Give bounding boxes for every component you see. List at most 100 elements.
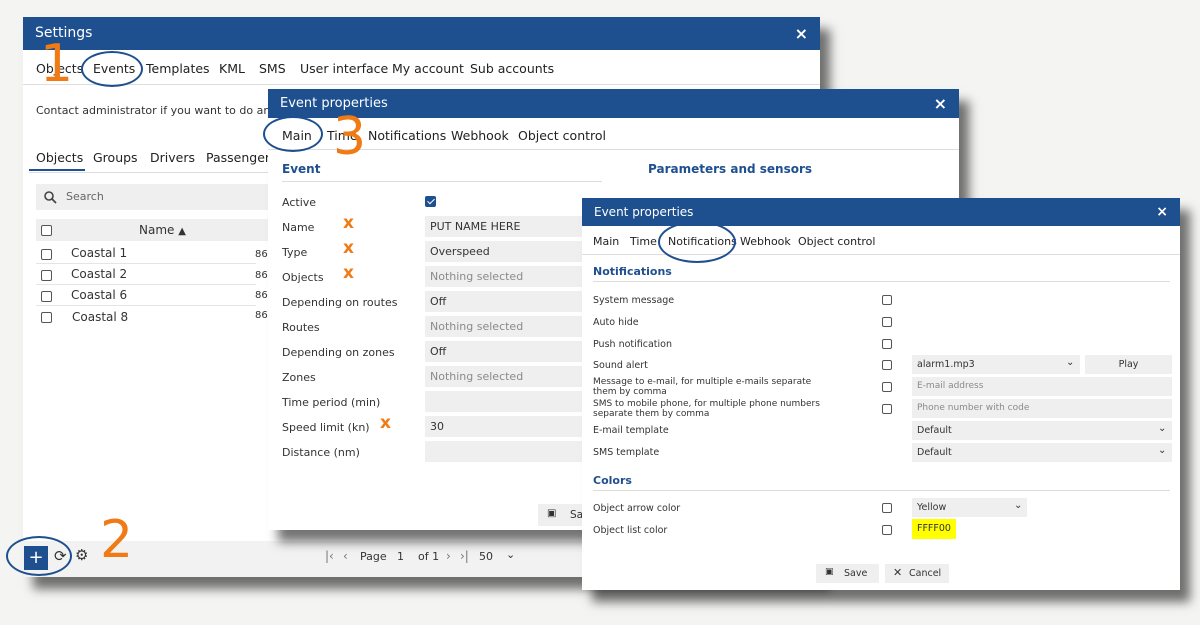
close-icon[interactable]: ×: [934, 89, 947, 118]
highlight-add-button: [6, 536, 72, 576]
email-checkbox[interactable]: [882, 382, 892, 392]
row-checkbox[interactable]: [41, 249, 52, 260]
label-sms-message: SMS to mobile phone, for multiple phone …: [593, 399, 820, 419]
objects-select[interactable]: Nothing selected: [425, 266, 585, 287]
event-titlebar: Event properties ×: [268, 89, 959, 118]
arrow-color-select[interactable]: Yellow: [912, 498, 1027, 517]
play-button[interactable]: Play: [1085, 355, 1172, 374]
object-imei: 86: [255, 310, 268, 321]
annotation-x-icon: x: [343, 238, 354, 258]
type-select[interactable]: Overspeed: [425, 241, 585, 262]
depending-routes-select[interactable]: Off: [425, 291, 585, 312]
search-icon: [44, 191, 57, 204]
highlight-notifications-tab: [658, 221, 736, 263]
list-color-input[interactable]: FFFF00: [912, 519, 956, 539]
email-template-select[interactable]: Default: [912, 421, 1172, 440]
cancel-label: Cancel: [909, 568, 942, 579]
label-distance: Distance (nm): [282, 446, 360, 459]
active-checkbox[interactable]: [425, 196, 436, 207]
tab-user-interface[interactable]: User interface: [300, 61, 388, 76]
system-message-checkbox[interactable]: [882, 295, 892, 305]
annotation-x-icon: x: [343, 213, 354, 233]
table-row[interactable]: Coastal 2: [36, 265, 256, 285]
label-name: Name: [282, 221, 315, 234]
close-icon[interactable]: ×: [1156, 198, 1168, 226]
prev-page-icon[interactable]: ‹: [343, 549, 348, 563]
tab-notifications[interactable]: Notifications: [368, 128, 446, 143]
row-checkbox[interactable]: [41, 270, 52, 281]
tab-my-account[interactable]: My account: [392, 61, 464, 76]
sms-checkbox[interactable]: [882, 404, 892, 414]
tab-templates[interactable]: Templates: [146, 61, 210, 76]
row-checkbox[interactable]: [41, 312, 52, 323]
chevron-down-icon: ⌄: [1014, 500, 1023, 511]
label-speed-limit: Speed limit (kn): [282, 421, 370, 434]
per-page-select[interactable]: 50: [479, 550, 493, 563]
depending-zones-select[interactable]: Off: [425, 341, 585, 362]
tab-sms[interactable]: SMS: [259, 61, 286, 76]
email-input[interactable]: E-mail address: [912, 377, 1172, 396]
section-event: Event: [282, 162, 321, 176]
table-row[interactable]: Coastal 1: [36, 244, 256, 264]
sort-up-icon: ▲: [178, 226, 186, 237]
chevron-down-icon: ⌄: [1158, 423, 1167, 434]
subtab-drivers[interactable]: Drivers: [150, 150, 195, 165]
page-input[interactable]: 1: [397, 550, 404, 563]
label-objects: Objects: [282, 271, 324, 284]
object-name: Coastal 2: [71, 267, 128, 281]
save-button[interactable]: ▣ Save: [816, 564, 879, 583]
settings-titlebar: Settings ×: [23, 17, 820, 50]
time-period-input[interactable]: [425, 391, 585, 412]
save-icon: ▣: [825, 567, 834, 577]
tab-main[interactable]: Main: [593, 235, 619, 248]
tab-object-control[interactable]: Object control: [798, 235, 875, 248]
name-column-header[interactable]: Name ▲: [139, 223, 186, 237]
auto-hide-checkbox[interactable]: [882, 317, 892, 327]
cancel-button[interactable]: ✕ Cancel: [885, 564, 949, 583]
search-input[interactable]: Search: [66, 190, 104, 203]
next-page-icon[interactable]: ›: [446, 549, 451, 563]
label-email-template: E-mail template: [593, 425, 669, 436]
tab-webhook[interactable]: Webhook: [740, 235, 791, 248]
subtab-groups[interactable]: Groups: [93, 150, 138, 165]
phone-input[interactable]: Phone number with code: [912, 399, 1172, 418]
distance-input[interactable]: [425, 441, 585, 462]
push-notification-checkbox[interactable]: [882, 339, 892, 349]
list-color-checkbox[interactable]: [882, 525, 892, 535]
label-zones: Zones: [282, 371, 316, 384]
last-page-icon[interactable]: ›|: [460, 549, 469, 563]
row-checkbox[interactable]: [41, 291, 52, 302]
sound-alert-checkbox[interactable]: [882, 360, 892, 370]
label-push-notification: Push notification: [593, 339, 672, 350]
tab-kml[interactable]: KML: [219, 61, 245, 76]
gear-icon[interactable]: ⚙: [75, 546, 88, 564]
tab-sub-accounts[interactable]: Sub accounts: [470, 61, 554, 76]
search-box[interactable]: Search: [36, 184, 276, 210]
subtab-passengers[interactable]: Passengers: [206, 150, 277, 165]
table-row[interactable]: Coastal 8: [36, 307, 256, 327]
subtab-objects[interactable]: Objects: [36, 150, 83, 165]
sound-file-select[interactable]: alarm1.mp3: [912, 355, 1080, 374]
section-divider: [593, 490, 1170, 491]
annotation-number-3: 3: [333, 107, 367, 167]
speed-limit-input[interactable]: 30: [425, 416, 585, 437]
arrow-color-checkbox[interactable]: [882, 503, 892, 513]
select-all-checkbox[interactable]: [41, 225, 52, 236]
section-notifications: Notifications: [593, 265, 672, 278]
name-input[interactable]: PUT NAME HERE: [425, 216, 585, 237]
highlight-events-tab: [81, 51, 143, 87]
save-button[interactable]: ▣ Sa: [538, 504, 588, 526]
tab-time[interactable]: Time: [630, 235, 657, 248]
routes-select[interactable]: Nothing selected: [425, 316, 585, 337]
tab-webhook[interactable]: Webhook: [451, 128, 509, 143]
annotation-number-1: 1: [40, 34, 74, 94]
zones-select[interactable]: Nothing selected: [425, 366, 585, 387]
tab-object-control[interactable]: Object control: [518, 128, 606, 143]
annotation-x-icon: x: [343, 263, 354, 283]
table-row[interactable]: Coastal 6: [36, 286, 256, 306]
sms-template-select[interactable]: Default: [912, 443, 1172, 462]
label-sms-template: SMS template: [593, 447, 660, 458]
annotation-number-2: 2: [100, 510, 134, 570]
close-icon[interactable]: ×: [795, 17, 808, 50]
first-page-icon[interactable]: |‹: [325, 549, 334, 563]
